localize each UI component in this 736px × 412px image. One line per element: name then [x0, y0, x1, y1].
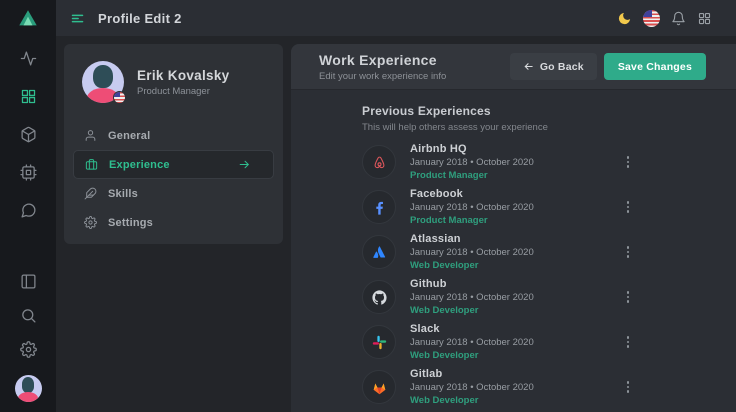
experience-period: January 2018 • October 2020: [410, 202, 534, 213]
sidebar-item-label: Settings: [108, 217, 153, 229]
company-logo: [362, 235, 396, 269]
rail-user-avatar[interactable]: [15, 375, 42, 402]
sidebar-item-label: Skills: [108, 188, 138, 200]
experience-role: Product Manager: [410, 170, 534, 181]
company-name: Facebook: [410, 188, 534, 200]
dashboard-icon[interactable]: [20, 88, 37, 105]
user-role: Product Manager: [137, 86, 229, 97]
experience-row: Github January 2018 • October 2020 Web D…: [362, 280, 636, 314]
row-menu-kebab-icon[interactable]: [620, 152, 636, 172]
experience-period: January 2018 • October 2020: [410, 337, 534, 348]
experience-role: Web Developer: [410, 260, 534, 271]
company-logo: [362, 325, 396, 359]
rail-top-icons: [20, 50, 37, 219]
panel-subtitle: Edit your work experience info: [319, 71, 446, 82]
topbar: Profile Edit 2: [56, 0, 736, 36]
app-logo[interactable]: [0, 0, 56, 36]
row-menu-kebab-icon[interactable]: [620, 287, 636, 307]
chat-icon[interactable]: [20, 202, 37, 219]
avatar-country-flag-icon: [113, 91, 126, 104]
experience-row: Facebook January 2018 • October 2020 Pro…: [362, 190, 636, 224]
company-name: Gitlab: [410, 368, 534, 380]
slack-icon: [371, 334, 388, 351]
settings-icon[interactable]: [20, 341, 37, 358]
facebook-icon: [371, 199, 388, 216]
panel-body: Previous Experiences This will help othe…: [291, 90, 736, 404]
atlassian-icon: [371, 244, 388, 261]
sidebar-item-skills[interactable]: Skills: [73, 179, 274, 208]
row-menu-kebab-icon[interactable]: [620, 377, 636, 397]
work-experience-panel: Work Experience Edit your work experienc…: [291, 44, 736, 412]
panel-header: Work Experience Edit your work experienc…: [291, 44, 736, 90]
topbar-actions: [617, 10, 712, 27]
box-icon[interactable]: [20, 126, 37, 143]
experience-role: Web Developer: [410, 350, 534, 361]
go-back-button[interactable]: Go Back: [510, 53, 597, 80]
apps-grid-icon[interactable]: [697, 11, 712, 26]
row-menu-kebab-icon[interactable]: [620, 332, 636, 352]
experience-row: Gitlab January 2018 • October 2020 Web D…: [362, 370, 636, 404]
company-name: Airbnb HQ: [410, 143, 534, 155]
sidebar-item-label: Experience: [109, 159, 170, 171]
experience-list: Airbnb HQ January 2018 • October 2020 Pr…: [362, 145, 636, 404]
search-icon[interactable]: [20, 307, 37, 324]
experience-period: January 2018 • October 2020: [410, 382, 534, 393]
profile-card: Erik Kovalsky Product Manager General Ex…: [64, 44, 283, 244]
logo-triangle-icon: [17, 7, 39, 29]
arrow-right-icon: [238, 158, 251, 171]
activity-icon[interactable]: [20, 50, 37, 67]
experience-period: January 2018 • October 2020: [410, 247, 534, 258]
cpu-icon[interactable]: [20, 164, 37, 181]
rail-bottom-icons: [15, 273, 42, 402]
airbnb-icon: [371, 154, 388, 171]
moon-icon[interactable]: [617, 11, 632, 26]
experience-role: Web Developer: [410, 395, 534, 406]
sidebar-item-experience[interactable]: Experience: [73, 150, 274, 179]
row-menu-kebab-icon[interactable]: [620, 242, 636, 262]
gitlab-icon: [371, 379, 388, 396]
feather-icon: [84, 187, 97, 200]
profile-nav: General Experience Skills Settings: [64, 121, 283, 237]
row-menu-kebab-icon[interactable]: [620, 197, 636, 217]
settings-icon: [84, 216, 97, 229]
go-back-label: Go Back: [540, 61, 584, 73]
page-title: Profile Edit 2: [98, 11, 182, 26]
experience-role: Web Developer: [410, 305, 534, 316]
experience-row: Atlassian January 2018 • October 2020 We…: [362, 235, 636, 269]
profile-summary: Erik Kovalsky Product Manager: [64, 59, 283, 105]
user-name: Erik Kovalsky: [137, 68, 229, 83]
company-logo: [362, 370, 396, 404]
sidebar-item-label: General: [108, 130, 150, 142]
bell-icon[interactable]: [671, 11, 686, 26]
experience-period: January 2018 • October 2020: [410, 157, 534, 168]
company-name: Github: [410, 278, 534, 290]
panel-title: Work Experience: [319, 52, 446, 68]
user-icon: [84, 129, 97, 142]
save-changes-button[interactable]: Save Changes: [604, 53, 706, 80]
company-logo: [362, 280, 396, 314]
sidebar-item-settings[interactable]: Settings: [73, 208, 274, 237]
panel-icon[interactable]: [20, 273, 37, 290]
experience-row: Airbnb HQ January 2018 • October 2020 Pr…: [362, 145, 636, 179]
github-icon: [371, 289, 388, 306]
icon-rail: [0, 0, 56, 412]
section-subtitle: This will help others assess your experi…: [362, 122, 636, 133]
avatar: [82, 61, 124, 103]
company-name: Atlassian: [410, 233, 534, 245]
experience-row: Slack January 2018 • October 2020 Web De…: [362, 325, 636, 359]
menu-hamburger-icon[interactable]: [70, 11, 85, 26]
save-changes-label: Save Changes: [618, 61, 692, 73]
company-logo: [362, 190, 396, 224]
briefcase-icon: [85, 158, 98, 171]
us-flag-icon[interactable]: [643, 10, 660, 27]
experience-period: January 2018 • October 2020: [410, 292, 534, 303]
company-logo: [362, 145, 396, 179]
company-name: Slack: [410, 323, 534, 335]
section-title: Previous Experiences: [362, 104, 636, 118]
arrow-left-icon: [523, 61, 534, 72]
experience-role: Product Manager: [410, 215, 534, 226]
sidebar-item-general[interactable]: General: [73, 121, 274, 150]
